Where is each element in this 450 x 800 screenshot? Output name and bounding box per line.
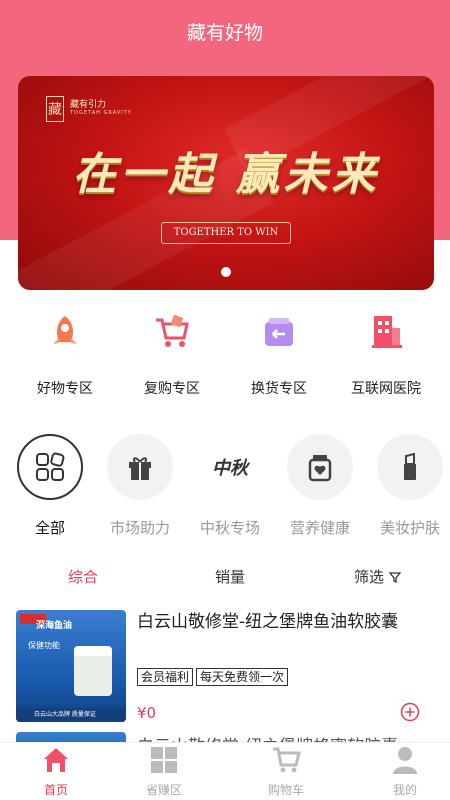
category-circle [107, 434, 173, 500]
grid-icon [36, 452, 65, 481]
tab-save-earn[interactable]: 省赚区 [108, 743, 220, 800]
quick-entry-rebuy[interactable]: 复购专区 [117, 312, 227, 398]
product-price: ¥0 [137, 704, 157, 722]
jar-heart-icon [308, 455, 332, 482]
person-icon [393, 747, 417, 774]
filter-label: 筛选 [354, 568, 385, 586]
category-label: 营养健康 [289, 519, 350, 537]
category-beauty[interactable]: 美妆护肤 [365, 434, 450, 538]
product-image-band: 保健功能 [28, 641, 60, 650]
category-label: 中秋专场 [199, 519, 260, 537]
sort-bar: 综合 销量 筛选 [0, 562, 450, 592]
quick-entry-goods[interactable]: 好物专区 [10, 312, 120, 398]
shopping-cart-icon [273, 747, 301, 773]
page-title: 藏有好物 [186, 22, 263, 44]
banner-slogan: 在一起 赢未来 [72, 149, 380, 200]
tab-cart[interactable]: 购物车 [230, 743, 342, 800]
category-label: 全部 [34, 519, 65, 537]
banner-slogan-en: TOGETHER TO WIN [161, 222, 291, 244]
add-to-cart-button[interactable] [400, 702, 420, 722]
product-bottle [74, 646, 112, 696]
tab-label: 省赚区 [145, 783, 182, 797]
product-tag: 会员福利 [137, 668, 194, 686]
product-image-footer: 白云山大品牌 质量保证 [16, 708, 126, 722]
brand-name: 藏有引力 [70, 100, 107, 110]
home-icon [44, 748, 68, 772]
quick-entry-hospital[interactable]: 互联网医院 [331, 312, 441, 398]
category-label: 市场助力 [109, 519, 170, 537]
grid-tiles-icon [151, 747, 177, 773]
tab-label: 首页 [43, 783, 68, 797]
exchange-box-icon [265, 318, 293, 346]
product-tag: 每天免费领一次 [196, 668, 289, 686]
quick-entry-exchange[interactable]: 换货专区 [224, 312, 334, 398]
product-title: 白云山敬修堂-纽之堡牌鱼油软胶囊 [137, 612, 399, 632]
carousel-indicator[interactable] [221, 267, 231, 277]
category-circle [287, 434, 353, 500]
tab-home[interactable]: 首页 [0, 743, 112, 800]
category-market[interactable]: 市场助力 [95, 434, 185, 538]
quick-entry-label: 换货专区 [251, 381, 307, 397]
brand-subtitle: TOGETAH GRAVITY [70, 110, 132, 116]
promo-banner[interactable]: 藏 藏有引力 TOGETAH GRAVITY 在一起 赢未来 TOGETHER … [18, 76, 434, 290]
gift-icon [129, 457, 151, 480]
mid-autumn-calligraphy-icon: 中秋 [212, 458, 248, 479]
funnel-icon [388, 572, 402, 584]
quick-entries: 好物专区 复购专区 换货专区 互联网医院 [0, 312, 450, 402]
bottom-tab-bar: 首页 省赚区 购物车 我的 [0, 742, 450, 800]
category-strip: 全部 市场助力 中秋 中秋专场 营养健康 美妆护肤 [0, 434, 450, 544]
category-mid-autumn[interactable]: 中秋 中秋专场 [185, 434, 275, 538]
product-image: 深海鱼油 保健功能 白云山大品牌 质量保证 [16, 610, 126, 722]
sort-sales[interactable]: 销量 [215, 566, 245, 587]
tab-label: 购物车 [267, 783, 304, 797]
category-nutrition[interactable]: 营养健康 [275, 434, 365, 538]
quick-entry-label: 好物专区 [37, 381, 93, 397]
tab-label: 我的 [392, 783, 417, 797]
product-card[interactable]: 深海鱼油 保健功能 白云山大品牌 质量保证 白云山敬修堂-纽之堡牌鱼油软胶囊 会… [16, 610, 436, 728]
category-circle [17, 434, 83, 500]
building-icon [372, 316, 402, 348]
rocket-icon [53, 316, 77, 344]
lipstick-icon [404, 452, 416, 480]
cart-icon [156, 314, 189, 347]
brand-logo: 藏 [46, 96, 64, 122]
filter-button[interactable]: 筛选 [354, 566, 402, 587]
category-label: 美妆护肤 [379, 519, 440, 537]
category-circle: 中秋 [197, 434, 263, 500]
product-image-headline: 深海鱼油 [36, 621, 73, 631]
sort-comprehensive[interactable]: 综合 [68, 566, 98, 587]
product-tags: 会员福利 每天免费领一次 [137, 666, 291, 686]
category-all[interactable]: 全部 [5, 434, 95, 538]
category-circle [377, 434, 443, 500]
quick-entry-label: 互联网医院 [351, 381, 421, 397]
quick-entry-label: 复购专区 [144, 381, 200, 397]
tab-mine[interactable]: 我的 [349, 743, 450, 800]
